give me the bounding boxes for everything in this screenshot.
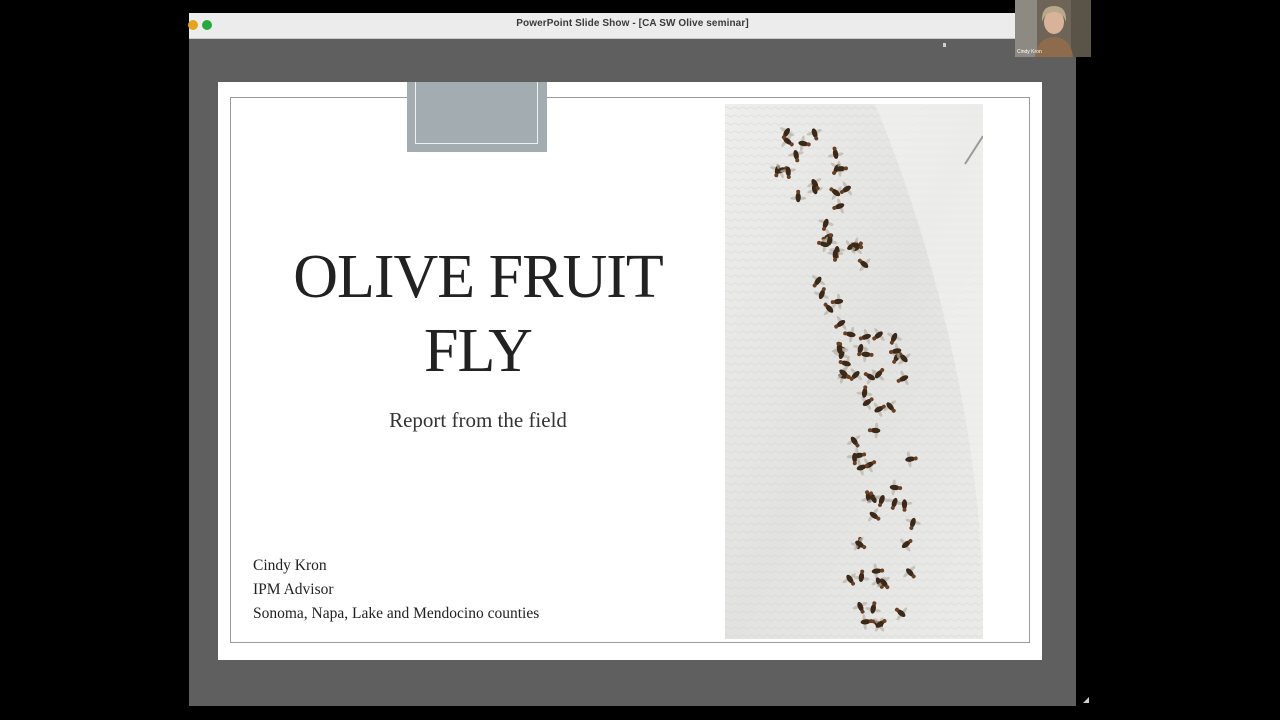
slide-title: OLIVE FRUIT FLY: [278, 240, 678, 388]
mouse-cursor-icon: [943, 43, 946, 47]
window-title: PowerPoint Slide Show - [CA SW Olive sem…: [516, 18, 749, 29]
olive-fruit-fly-photo: [725, 104, 983, 639]
slide-accent-inner-frame: [415, 82, 538, 144]
presenter-info: Cindy Kron IPM Advisor Sonoma, Napa, Lak…: [253, 554, 539, 626]
webcam-thumbnail[interactable]: Cindy Kron: [1015, 0, 1091, 57]
window-titlebar[interactable]: PowerPoint Slide Show - [CA SW Olive sem…: [188, 13, 1076, 39]
slide-title-line1: OLIVE FRUIT: [293, 243, 664, 311]
presenter-role: IPM Advisor: [253, 581, 334, 598]
presenter-region: Sonoma, Napa, Lake and Mendocino countie…: [253, 605, 540, 622]
slide[interactable]: OLIVE FRUIT FLY Report from the field Ci…: [218, 82, 1042, 660]
participant-name: Cindy Kron: [1017, 49, 1042, 55]
slide-title-line2: FLY: [424, 317, 533, 385]
resize-handle-icon[interactable]: [1083, 697, 1089, 703]
fly-photo-illustration: [725, 104, 983, 639]
slide-subtitle: Report from the field: [389, 408, 567, 432]
presenter-name: Cindy Kron: [253, 557, 327, 574]
slide-accent-block: [407, 82, 547, 152]
